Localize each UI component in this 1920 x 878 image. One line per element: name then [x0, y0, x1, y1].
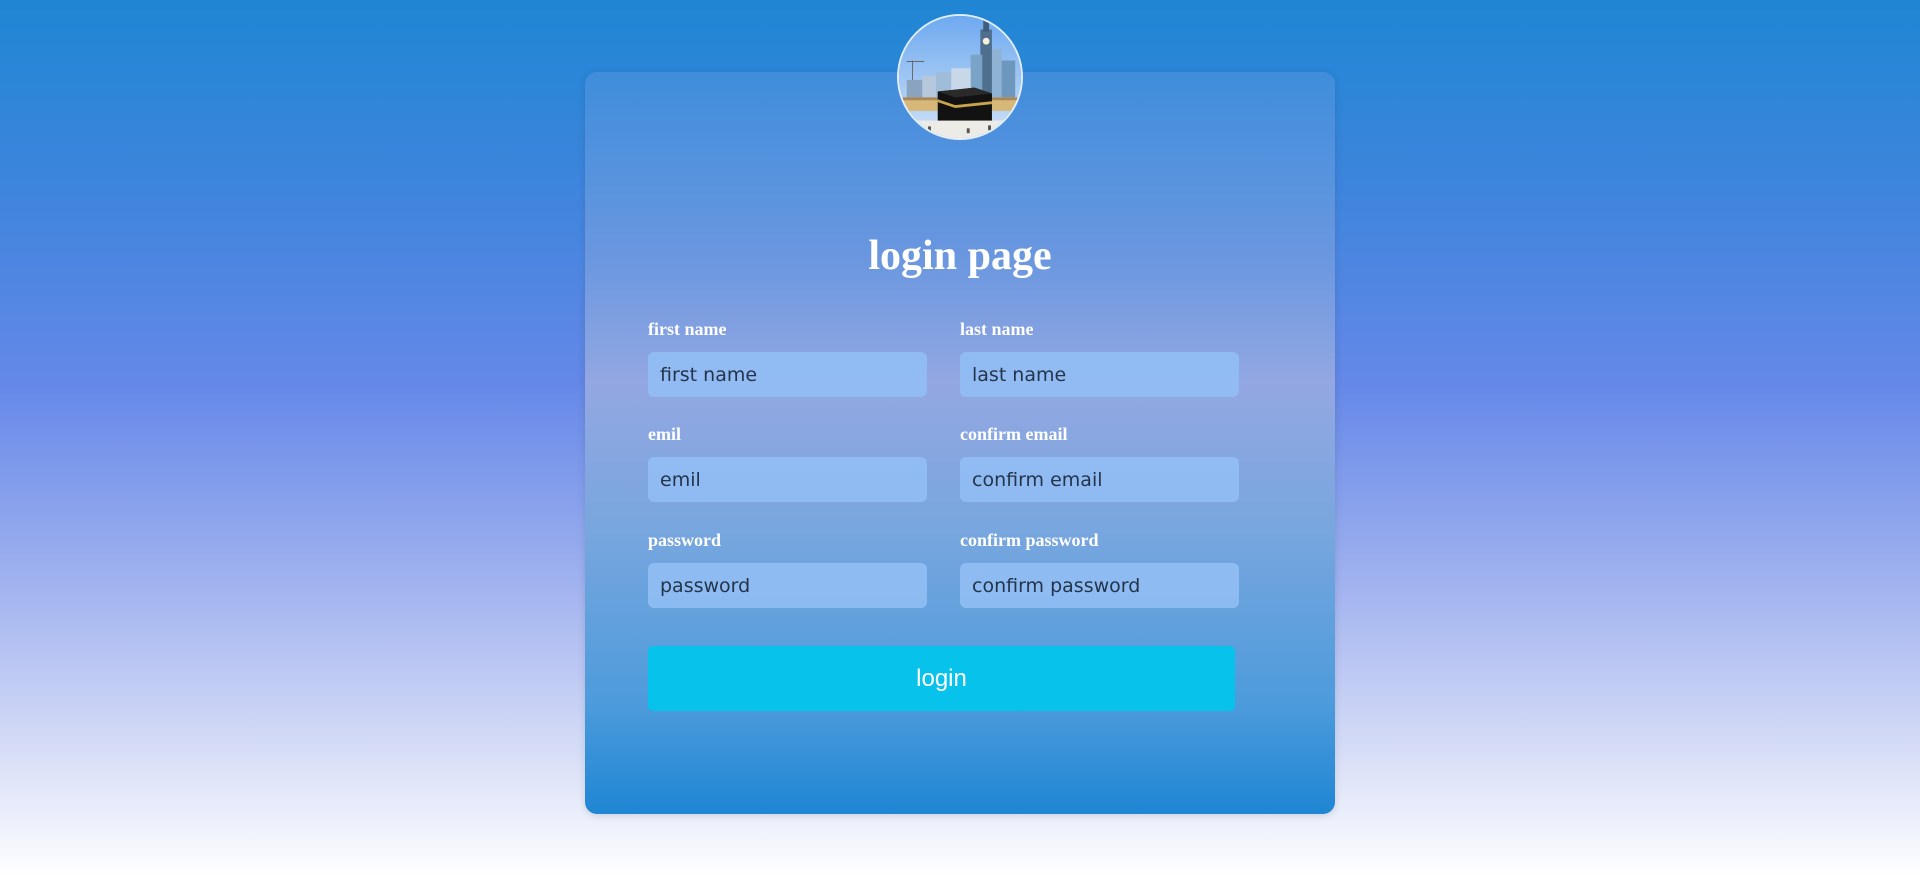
confirm-email-label: confirm email — [960, 424, 1068, 444]
password-input[interactable] — [648, 563, 927, 608]
page-title: login page — [868, 233, 1052, 279]
password-label: password — [648, 530, 722, 550]
last-name-input[interactable] — [960, 352, 1239, 397]
confirm-password-label: confirm password — [960, 530, 1099, 550]
email-label: emil — [648, 424, 681, 444]
kaaba-avatar-image — [897, 14, 1023, 140]
confirm-password-input[interactable] — [960, 563, 1239, 608]
email-input[interactable] — [648, 457, 927, 502]
last-name-label: last name — [960, 319, 1034, 339]
confirm-email-input[interactable] — [960, 457, 1239, 502]
first-name-label: first name — [648, 319, 727, 339]
login-button[interactable]: login — [648, 646, 1235, 711]
first-name-input[interactable] — [648, 352, 927, 397]
